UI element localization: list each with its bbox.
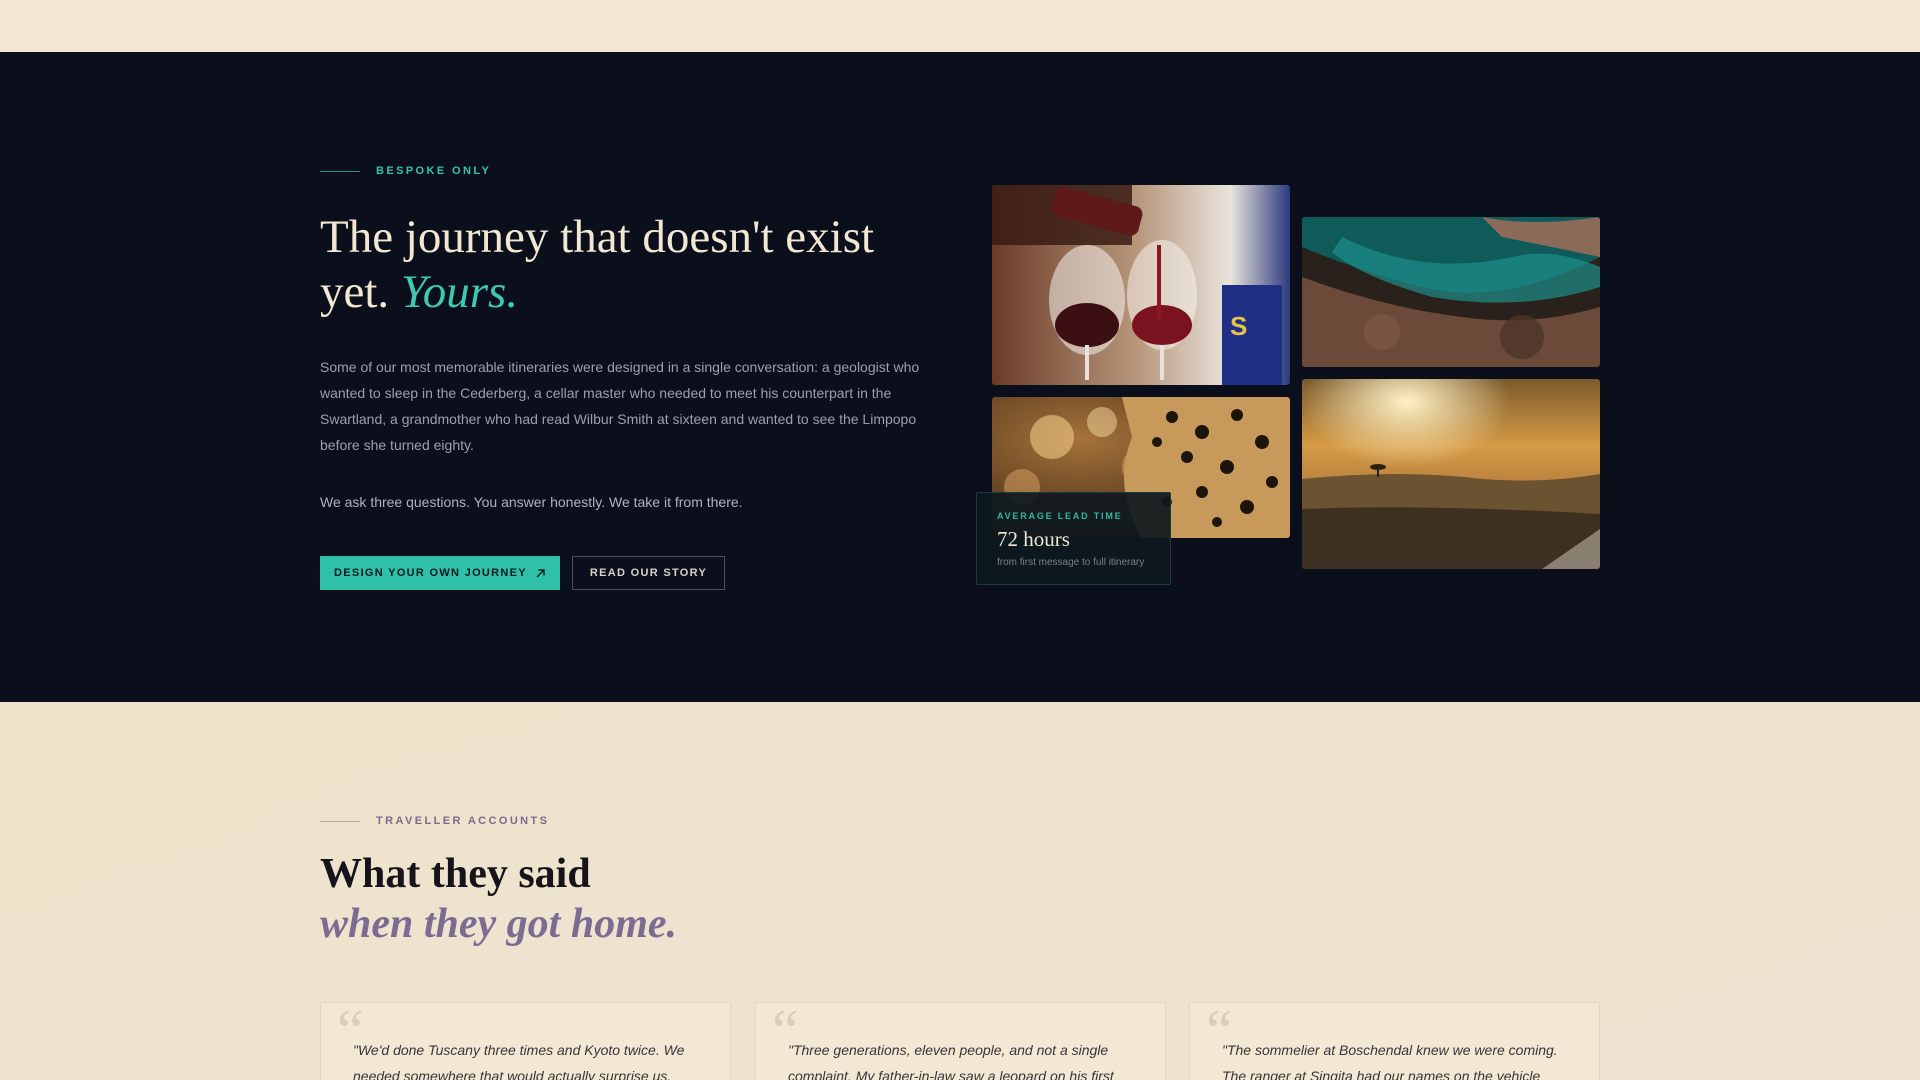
lead-time-sub: from first message to full itinerary [997, 557, 1145, 568]
hero-body-text-2: We ask three questions. You answer hones… [320, 494, 743, 510]
lead-time-value: 72 hours [997, 527, 1070, 551]
design-journey-button-label: DESIGN YOUR OWN JOURNEY [334, 567, 527, 579]
testimonial-card: “ "The sommelier at Boschendal knew we w… [1189, 1001, 1600, 1080]
accounts-eyebrow-label: TRAVELLER ACCOUNTS [376, 815, 550, 827]
hero-eyebrow-label: BESPOKE ONLY [376, 165, 492, 177]
wine-pouring-photo: S [992, 185, 1290, 385]
accounts-title-line2: when they got home. [320, 901, 678, 947]
testimonial-card: “ "We'd done Tuscany three times and Kyo… [320, 1001, 731, 1080]
svg-text:S: S [1230, 311, 1247, 341]
lead-time-card: AVERAGE LEAD TIME 72 hours from first me… [976, 492, 1171, 585]
accounts-eyebrow: TRAVELLER ACCOUNTS [320, 815, 549, 827]
testimonial-text: "Three generations, eleven people, and n… [788, 1042, 1114, 1080]
reef-rock-photo [1302, 217, 1600, 367]
hero-eyebrow: BESPOKE ONLY [320, 165, 491, 177]
design-journey-button[interactable]: DESIGN YOUR OWN JOURNEY [320, 556, 560, 590]
top-nav-bar [0, 0, 1920, 52]
accounts-title-line1: What they said [320, 851, 591, 897]
traveller-accounts-section: TRAVELLER ACCOUNTS What they said when t… [0, 702, 1920, 1080]
savanna-sunset-photo [1302, 379, 1600, 569]
eyebrow-rule [320, 820, 360, 822]
hero-section: BESPOKE ONLY The journey that doesn't ex… [0, 52, 1920, 702]
lead-time-label: AVERAGE LEAD TIME [997, 511, 1123, 521]
testimonial-text: "The sommelier at Boschendal knew we wer… [1222, 1042, 1558, 1080]
read-story-button[interactable]: READ OUR STORY [572, 556, 725, 590]
testimonial-text: "We'd done Tuscany three times and Kyoto… [353, 1042, 685, 1080]
hero-title-accent: Yours. [400, 266, 519, 318]
testimonial-card: “ "Three generations, eleven people, and… [755, 1001, 1166, 1080]
hero-title: The journey that doesn't exist yet. Your… [320, 210, 940, 320]
accounts-title: What they said when they got home. [320, 849, 677, 949]
arrow-up-right-icon [536, 568, 545, 577]
eyebrow-rule [320, 170, 360, 172]
hero-body-text: Some of our most memorable itineraries w… [320, 359, 920, 453]
